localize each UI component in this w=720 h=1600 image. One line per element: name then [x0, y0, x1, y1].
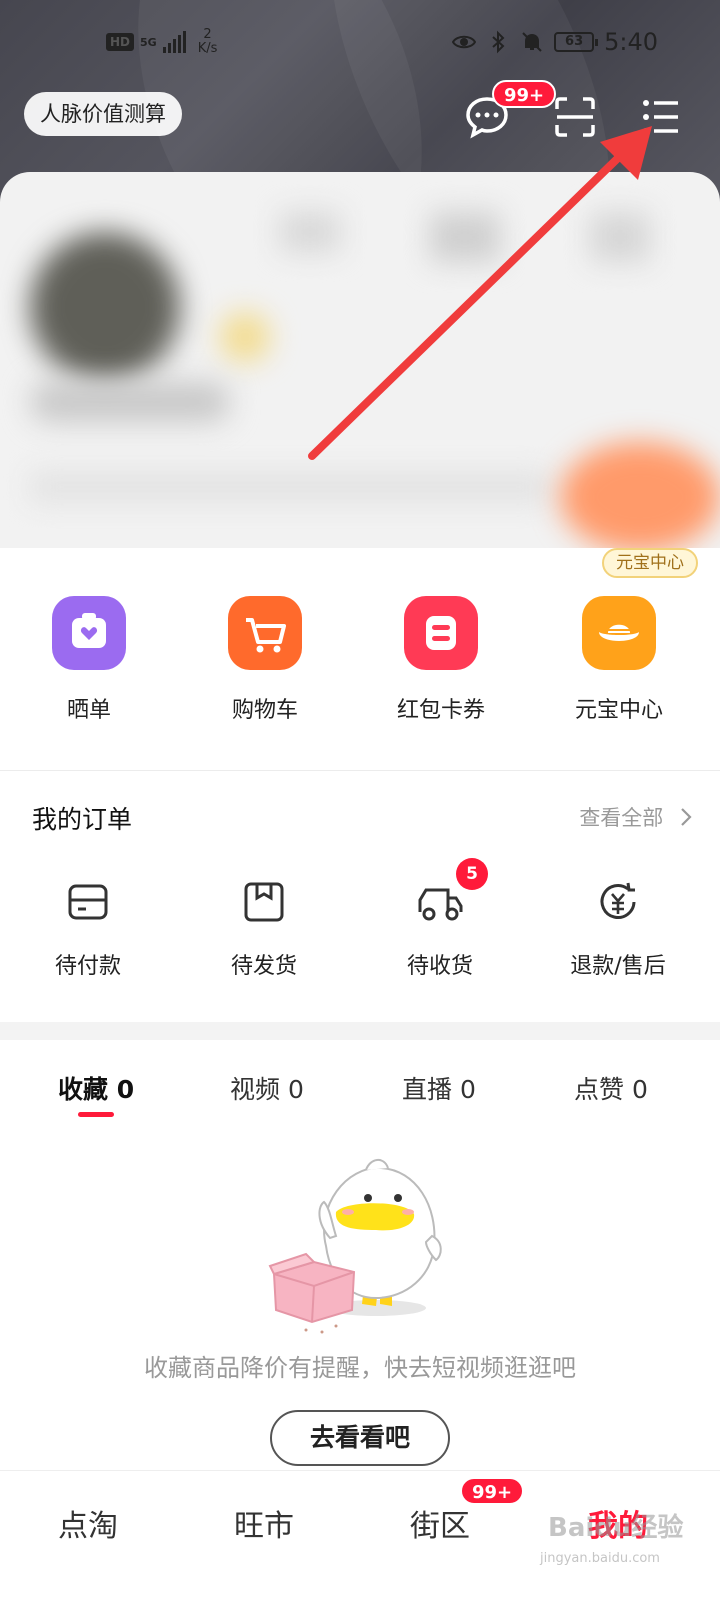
watermark-url: jingyan.baidu.com — [540, 1551, 660, 1566]
blurred-badge — [220, 312, 270, 362]
tab-likes[interactable]: 点赞 0 — [574, 1070, 648, 1106]
shortcut-label: 红包卡券 — [396, 698, 485, 723]
battery-icon: 63 — [554, 32, 599, 52]
tab-live[interactable]: 直播 0 — [402, 1070, 476, 1106]
package-icon — [240, 878, 288, 926]
menu-icon[interactable] — [638, 94, 684, 140]
shopping-cart-icon — [228, 596, 302, 670]
scan-icon[interactable] — [552, 94, 598, 140]
shortcut-ingot-center[interactable]: 元宝中心 — [554, 596, 684, 724]
status-bar: HD 5G 2 K/s 63 5:40 — [0, 28, 720, 64]
shortcuts: 元宝中心 晒单 购物车 红包卡券 元宝中心 — [0, 548, 720, 770]
nav-district[interactable]: 街区 — [410, 1501, 470, 1545]
order-refund[interactable]: 退款/售后 — [548, 878, 688, 980]
blurred-row — [30, 472, 550, 502]
clock: 5:40 — [604, 28, 658, 56]
empty-state: 收藏商品降价有提醒，快去短视频逛逛吧 去看看吧 — [0, 1130, 720, 1470]
nav-wangshi[interactable]: 旺市 — [234, 1501, 294, 1545]
shortcut-cart[interactable]: 购物车 — [200, 596, 330, 724]
wallet-icon — [64, 878, 112, 926]
coupon-icon — [404, 596, 478, 670]
bottom-nav: 点淘 旺市 街区 99+ 我的 Baidu经验 jingyan.baidu.co… — [0, 1470, 720, 1600]
chevron-right-icon — [681, 808, 692, 826]
order-pending-shipment[interactable]: 待发货 — [194, 878, 334, 980]
view-all-orders-link[interactable]: 查看全部 — [579, 802, 694, 832]
blurred-stat — [280, 212, 340, 252]
refund-icon — [594, 878, 642, 926]
shortcut-label: 晒单 — [66, 698, 111, 723]
divider — [0, 770, 720, 771]
empty-state-message: 收藏商品降价有提醒，快去短视频逛逛吧 — [144, 1354, 576, 1382]
go-browse-button[interactable]: 去看看吧 — [270, 1410, 450, 1466]
shortcut-label: 元宝中心 — [574, 698, 663, 723]
signal-icon — [162, 31, 186, 53]
delivery-truck-icon: 5 — [416, 858, 488, 926]
shortcut-label: 购物车 — [231, 698, 298, 723]
district-badge: 99+ — [460, 1477, 525, 1505]
section-gap — [0, 1022, 720, 1040]
blurred-promo — [560, 442, 720, 548]
blurred-stat — [430, 212, 500, 262]
ingot-icon — [582, 596, 656, 670]
my-orders: 我的订单 查看全部 待付款 待发货 5 待收货 退款/售后 — [0, 772, 720, 1022]
orders-title: 我的订单 — [32, 805, 133, 834]
blurred-stat — [590, 212, 650, 262]
duck-mascot-illustration — [268, 1159, 442, 1334]
content-tabs: 收藏 0 视频 0 直播 0 点赞 0 — [0, 1040, 720, 1130]
order-count-badge: 5 — [456, 858, 488, 890]
order-label: 待发货 — [230, 954, 297, 979]
profile-card[interactable] — [0, 172, 720, 548]
watermark: Baidu经验 — [548, 1513, 684, 1543]
eye-icon — [452, 35, 477, 49]
share-order-icon — [52, 596, 126, 670]
order-pending-payment[interactable]: 待付款 — [18, 878, 158, 980]
active-tab-indicator — [78, 1112, 114, 1117]
mute-bell-icon — [522, 32, 542, 52]
bluetooth-icon — [492, 30, 505, 54]
order-label: 退款/售后 — [570, 954, 666, 979]
ingot-center-tag[interactable]: 元宝中心 — [602, 548, 698, 578]
shortcut-share-order[interactable]: 晒单 — [24, 596, 154, 724]
shortcut-coupons[interactable]: 红包卡券 — [376, 596, 506, 724]
network-value-button[interactable]: 人脉价值测算 — [24, 92, 182, 136]
nav-diantao[interactable]: 点淘 — [58, 1501, 118, 1545]
hd-icon: HD — [106, 33, 135, 51]
blurred-tag — [30, 382, 230, 422]
network-speed: 2 K/s — [197, 27, 218, 56]
order-label: 待收货 — [406, 954, 473, 979]
avatar[interactable] — [30, 232, 180, 382]
tab-favorites[interactable]: 收藏 0 — [58, 1070, 134, 1106]
order-label: 待付款 — [54, 954, 121, 979]
order-pending-receipt[interactable]: 5 待收货 — [370, 858, 510, 980]
network-label: 5G — [140, 35, 157, 49]
messages-badge: 99+ — [492, 80, 557, 108]
tab-videos[interactable]: 视频 0 — [230, 1070, 304, 1106]
